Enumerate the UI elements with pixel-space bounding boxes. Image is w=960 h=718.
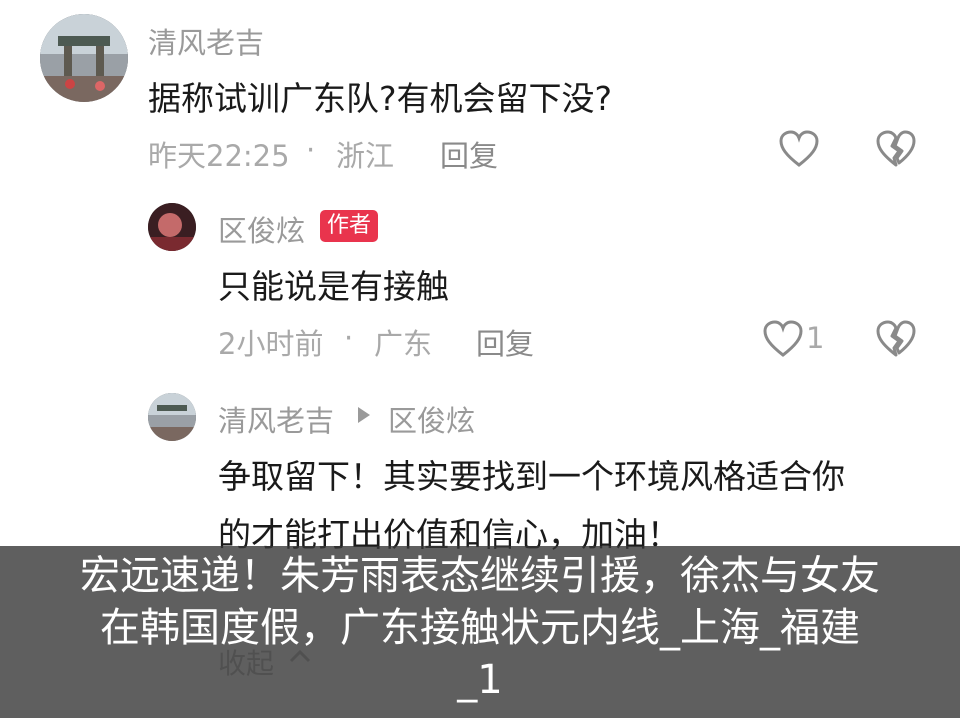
avatar[interactable]	[148, 203, 196, 251]
heart-icon[interactable]	[778, 130, 820, 168]
play-arrow-icon	[358, 407, 370, 423]
reply-button[interactable]: 回复	[440, 133, 498, 175]
dislike-broken-heart-icon[interactable]	[875, 320, 917, 358]
comment-text: 据称试训广东队?有机会留下没?	[148, 79, 613, 118]
comment-time: 昨天22:25	[148, 139, 290, 173]
dislike-broken-heart-icon[interactable]	[875, 130, 917, 168]
avatar[interactable]	[40, 14, 128, 102]
overlay-title-line: _1	[457, 657, 503, 703]
comment-location: 广东	[374, 327, 433, 361]
like-count: 1	[806, 321, 825, 355]
reply-to-username[interactable]: 区俊炫	[388, 398, 475, 440]
meta-separator: ·	[344, 321, 354, 355]
avatar[interactable]	[148, 393, 196, 441]
heart-icon[interactable]	[762, 320, 804, 358]
comment-text-line: 争取留下！其实要找到一个环境风格适合你	[218, 457, 845, 496]
overlay-title-line: 在韩国度假，广东接触状元内线_上海_福建	[100, 605, 860, 651]
comment-time: 2小时前	[218, 327, 324, 361]
author-badge: 作者	[320, 210, 379, 242]
comment-username[interactable]: 区俊炫	[218, 208, 305, 250]
overlay-title-line: 宏远速递！朱芳雨表态继续引援，徐杰与女友	[80, 553, 880, 599]
comment-username[interactable]: 清风老吉	[148, 20, 264, 62]
comment-text: 只能说是有接触	[218, 267, 449, 306]
comment-location: 浙江	[336, 139, 395, 173]
title-overlay: 宏远速递！朱芳雨表态继续引援，徐杰与女友 在韩国度假，广东接触状元内线_上海_福…	[0, 546, 960, 718]
comment-username[interactable]: 清风老吉	[218, 398, 334, 440]
meta-separator: ·	[306, 133, 316, 167]
reply-button[interactable]: 回复	[476, 321, 534, 363]
